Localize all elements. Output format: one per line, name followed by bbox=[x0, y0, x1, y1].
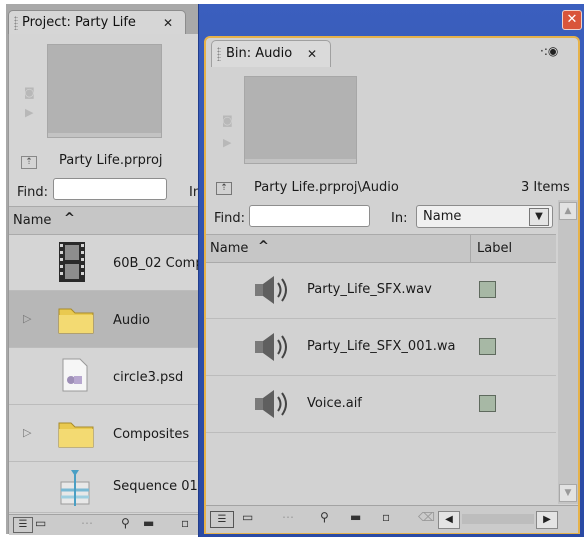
item-label: circle3.psd bbox=[113, 370, 184, 385]
in-select-value: Name bbox=[423, 209, 462, 224]
project-body: ◙ ▶ ⇡ Party Life.prproj Find: In Name ^ … bbox=[8, 34, 204, 535]
item-count: 3 Items bbox=[521, 180, 570, 195]
project-file-name: Party Life.prproj bbox=[59, 153, 163, 168]
in-column-select[interactable]: Name ▼ bbox=[416, 205, 553, 228]
sort-arrow-icon[interactable]: ^ bbox=[258, 239, 269, 254]
item-label: Audio bbox=[113, 313, 150, 328]
column-name-header[interactable]: Name bbox=[210, 241, 248, 256]
icon-view-icon[interactable]: ▭ bbox=[35, 516, 46, 530]
automate-icon[interactable]: ⋯ bbox=[282, 510, 294, 524]
list-item[interactable]: ▷ Audio bbox=[9, 291, 203, 348]
new-bin-icon[interactable]: ▬ bbox=[350, 510, 361, 524]
find-binoculars-icon[interactable]: ⚲ bbox=[320, 510, 329, 524]
list-item[interactable]: Voice.aif bbox=[206, 376, 556, 433]
chevron-down-icon[interactable]: ▼ bbox=[529, 208, 549, 226]
sequence-icon bbox=[60, 470, 90, 506]
film-icon bbox=[59, 242, 85, 282]
folder-icon bbox=[58, 308, 94, 334]
new-item-icon[interactable]: ▫ bbox=[382, 510, 390, 524]
vertical-scrollbar[interactable]: ▲ ▼ bbox=[558, 200, 578, 504]
label-color-swatch[interactable] bbox=[479, 338, 496, 355]
list-item[interactable]: Sequence 01 bbox=[9, 462, 203, 513]
scroll-down-icon[interactable]: ▼ bbox=[559, 484, 577, 502]
list-item[interactable]: Party_Life_SFX_001.wa bbox=[206, 319, 556, 376]
tab-bin-audio[interactable]: Bin: Audio ✕ bbox=[211, 40, 331, 67]
tab-project[interactable]: Project: Party Life ✕ bbox=[8, 10, 186, 35]
in-label: In: bbox=[391, 211, 408, 226]
folder-icon bbox=[58, 422, 94, 448]
scroll-up-icon[interactable]: ▲ bbox=[559, 202, 577, 220]
panel-grip-icon[interactable] bbox=[217, 47, 221, 61]
label-color-swatch[interactable] bbox=[479, 281, 496, 298]
project-panel: Project: Party Life ✕ ◙ ▶ ⇡ Party Life.p… bbox=[6, 4, 204, 535]
new-item-icon[interactable]: ▫ bbox=[181, 516, 189, 530]
item-label: Party_Life_SFX.wav bbox=[307, 282, 432, 297]
close-icon[interactable]: ✕ bbox=[307, 47, 317, 61]
play-icon[interactable]: ▶ bbox=[25, 106, 33, 119]
list-item[interactable]: 60B_02 Comp bbox=[9, 234, 204, 291]
find-binoculars-icon[interactable]: ⚲ bbox=[121, 516, 130, 530]
close-icon[interactable]: ✕ bbox=[163, 16, 173, 30]
bin-column-header: Name ^ Label bbox=[206, 234, 556, 263]
item-label: Sequence 01 bbox=[113, 479, 198, 494]
bin-find-input[interactable] bbox=[249, 205, 370, 227]
label-color-swatch[interactable] bbox=[479, 395, 496, 412]
scroll-left-icon[interactable]: ◀ bbox=[438, 511, 460, 529]
expand-triangle-icon[interactable]: ▷ bbox=[23, 426, 31, 439]
column-label-header[interactable]: Label bbox=[477, 241, 512, 256]
speaker-icon bbox=[255, 276, 287, 304]
project-find-input[interactable] bbox=[53, 178, 167, 200]
item-label: Party_Life_SFX_001.wa bbox=[307, 339, 456, 354]
preview-thumbnail bbox=[47, 44, 162, 138]
automate-icon[interactable]: ⋯ bbox=[81, 516, 93, 530]
sort-arrow-icon[interactable]: ^ bbox=[64, 211, 75, 226]
list-item[interactable]: ▷ Composites bbox=[9, 405, 203, 462]
list-item[interactable]: Party_Life_SFX.wav bbox=[206, 262, 556, 319]
new-bin-icon[interactable]: ▬ bbox=[143, 516, 154, 530]
item-label: Composites bbox=[113, 427, 190, 442]
camera-icon[interactable]: ◙ bbox=[222, 114, 233, 127]
column-header: Name ^ bbox=[9, 206, 203, 235]
speaker-icon bbox=[255, 333, 287, 361]
delete-icon[interactable]: ⌫ bbox=[418, 510, 435, 524]
list-view-icon[interactable]: ☰ bbox=[210, 511, 234, 528]
panel-menu-icon[interactable]: ·:◉ bbox=[540, 44, 558, 58]
bin-bottom-toolbar: ☰ ▭ ⋯ ⚲ ▬ ▫ ⌫ ◀ ▶ bbox=[206, 505, 578, 533]
horizontal-scrollbar[interactable] bbox=[462, 514, 534, 524]
project-bottom-toolbar: ☰ ▭ ⋯ ⚲ ▬ ▫ bbox=[9, 514, 203, 535]
project-tab-title: Project: Party Life bbox=[22, 15, 136, 30]
camera-icon[interactable]: ◙ bbox=[24, 86, 35, 99]
icon-view-icon[interactable]: ▭ bbox=[242, 510, 253, 524]
expand-triangle-icon[interactable]: ▷ bbox=[23, 312, 31, 325]
column-divider[interactable] bbox=[470, 235, 471, 262]
speaker-icon bbox=[255, 390, 287, 418]
find-label: Find: bbox=[214, 211, 246, 226]
list-view-icon[interactable]: ☰ bbox=[13, 517, 33, 533]
item-label: Voice.aif bbox=[307, 396, 362, 411]
item-label: 60B_02 Comp bbox=[113, 256, 204, 271]
bin-tab-title: Bin: Audio bbox=[226, 46, 293, 61]
scroll-right-icon[interactable]: ▶ bbox=[536, 511, 558, 529]
list-item[interactable]: circle3.psd bbox=[9, 348, 203, 405]
up-folder-icon[interactable]: ⇡ bbox=[216, 182, 232, 195]
column-name-header[interactable]: Name bbox=[13, 213, 51, 228]
bin-path: Party Life.prproj\Audio bbox=[254, 180, 399, 195]
psd-file-icon bbox=[62, 358, 88, 392]
bin-preview-thumbnail bbox=[244, 76, 357, 164]
play-icon[interactable]: ▶ bbox=[223, 136, 231, 149]
find-label: Find: bbox=[17, 185, 49, 200]
panel-grip-icon[interactable] bbox=[14, 16, 18, 30]
window-close-icon[interactable]: ✕ bbox=[562, 10, 582, 30]
up-folder-icon[interactable]: ⇡ bbox=[21, 156, 37, 169]
